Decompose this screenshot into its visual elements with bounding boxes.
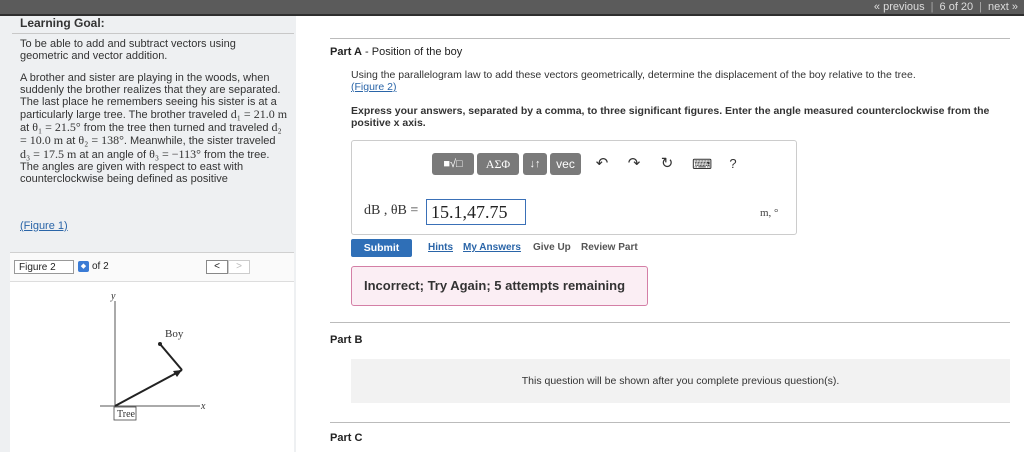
figure-1-link[interactable]: (Figure 1)	[20, 220, 68, 232]
greek-letters-button[interactable]: AΣΦ	[477, 153, 519, 175]
theta1-expression: θ₁ = 21.5°	[32, 120, 81, 135]
feedback-message: Incorrect; Try Again; 5 attempts remaini…	[351, 266, 648, 306]
part-c-title[interactable]: Part C	[330, 432, 362, 444]
part-a-instruction: Using the parallelogram law to add these…	[351, 69, 916, 93]
undo-icon[interactable]: ↶	[593, 155, 611, 173]
x-axis-label: x	[200, 401, 206, 412]
answer-input[interactable]: 15.1,47.75	[426, 199, 526, 225]
next-link[interactable]: next »	[982, 1, 1024, 13]
submit-button[interactable]: Submit	[351, 239, 412, 257]
divider	[12, 33, 294, 34]
part-b-title[interactable]: Part B	[330, 334, 362, 346]
pager: « previous | 6 of 20 | next »	[868, 0, 1024, 14]
boy-label: Boy	[165, 328, 184, 340]
figure-count: of 2	[92, 261, 109, 272]
vector-d1	[114, 369, 183, 407]
figure-select[interactable]: Figure 2	[14, 260, 74, 274]
previous-figure-button[interactable]: <	[206, 260, 228, 274]
divider	[330, 322, 1010, 323]
theta3-expression: θ₃ = −113°	[149, 146, 201, 161]
vector-d2	[159, 343, 183, 371]
y-axis-label: y	[110, 291, 116, 302]
answer-box: ■√□ AΣΦ ↓↑ vec ↶ ↷ ↻ ⌨ ? dB , θB = 15.1,…	[351, 140, 797, 235]
d1-expression: d₁ = 21.0 m	[230, 107, 288, 122]
redo-icon[interactable]: ↷	[625, 155, 643, 173]
boy-marker	[158, 342, 162, 346]
problem-statement: A brother and sister are playing in the …	[20, 72, 288, 185]
vector-button[interactable]: vec	[550, 153, 581, 175]
theta2-expression: θ₂ = 138°	[78, 133, 124, 148]
hints-link[interactable]: Hints	[428, 242, 453, 253]
figure-panel: Figure 2 ◆ of 2 < > y x Boy Tree	[10, 252, 294, 453]
learning-goal-text: To be able to add and subtract vectors u…	[20, 38, 236, 63]
give-up-link[interactable]: Give Up	[533, 242, 571, 253]
part-a-format-instruction: Express your answers, separated by a com…	[351, 105, 990, 129]
top-bar: « previous | 6 of 20 | next »	[0, 0, 1024, 16]
tree-label: Tree	[117, 409, 136, 420]
vector-diagram: y x Boy Tree	[100, 291, 206, 421]
sort-button[interactable]: ↓↑	[523, 153, 547, 175]
answer-units: m, °	[760, 207, 779, 219]
previous-link[interactable]: « previous	[868, 1, 931, 13]
review-part-link[interactable]: Review Part	[581, 242, 638, 253]
part-a-title: Part A - Position of the boy	[330, 46, 463, 58]
learning-goal-title: Learning Goal:	[20, 16, 105, 30]
learning-goal-panel: Learning Goal: To be able to add and sub…	[0, 16, 296, 453]
keyboard-icon[interactable]: ⌨	[692, 155, 712, 173]
question-position: 6 of 20	[939, 1, 974, 13]
templates-button[interactable]: ■√□	[432, 153, 474, 175]
figure-2-link[interactable]: (Figure 2)	[351, 81, 397, 93]
help-icon[interactable]: ?	[724, 155, 742, 173]
question-area: Part A - Position of the boy Using the p…	[330, 16, 1024, 452]
figure-toolbar: Figure 2 ◆ of 2 < >	[10, 253, 294, 282]
next-figure-button[interactable]: >	[228, 260, 250, 274]
divider	[330, 422, 1010, 423]
d3-expression: d₃ = 17.5 m	[20, 146, 77, 161]
figure-select-arrows-icon[interactable]: ◆	[78, 261, 89, 272]
divider	[330, 38, 1010, 39]
reset-icon[interactable]: ↻	[658, 155, 676, 173]
part-b-locked-message: This question will be shown after you co…	[351, 359, 1010, 403]
my-answers-link[interactable]: My Answers	[463, 242, 521, 253]
answer-label: dB , θB =	[364, 203, 419, 218]
